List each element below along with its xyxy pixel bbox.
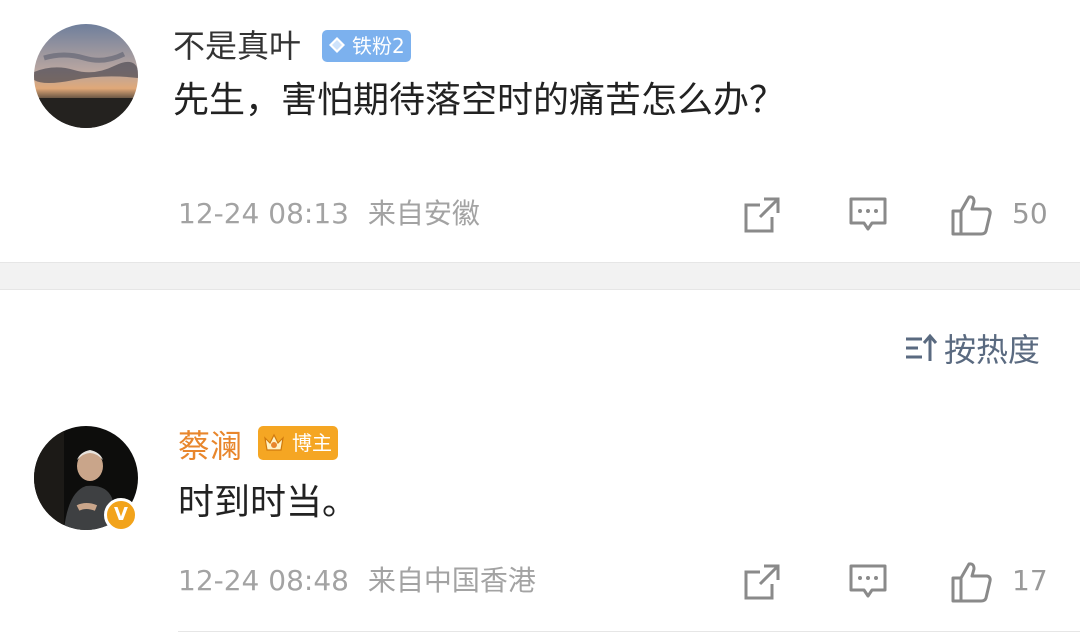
comment-meta: 12-24 08:48 来自中国香港 — [178, 564, 536, 598]
sort-label: 按热度 — [943, 331, 1040, 369]
like-count: 50 — [1012, 197, 1048, 230]
comment-location: 来自安徽 — [367, 197, 480, 230]
comment-icon[interactable] — [848, 195, 888, 235]
comment-location: 来自中国香港 — [367, 564, 536, 597]
like-icon[interactable] — [950, 560, 994, 604]
comment-item: V 蔡澜 博主 时到时当。 12-24 08:48 来自中国香港 17 — [0, 400, 1080, 636]
section-divider — [0, 262, 1080, 290]
fan-badge-label: 铁粉2 — [352, 34, 405, 58]
user-avatar[interactable] — [34, 24, 138, 128]
comment-icon[interactable] — [848, 562, 888, 602]
blogger-badge-label: 博主 — [292, 431, 332, 455]
username[interactable]: 不是真叶 — [173, 26, 301, 66]
comment-text: 先生，害怕期待落空时的痛苦怎么办？ — [173, 80, 786, 121]
share-icon[interactable] — [742, 195, 782, 235]
comment-meta: 12-24 08:13 来自安徽 — [178, 197, 480, 231]
verified-v-badge: V — [104, 498, 138, 532]
comment-separator — [178, 631, 1080, 632]
like-icon[interactable] — [950, 193, 994, 237]
sort-by-hot-button[interactable]: 按热度 — [904, 326, 1040, 370]
crown-icon — [264, 433, 284, 451]
diamond-icon — [329, 37, 345, 53]
share-icon[interactable] — [742, 562, 782, 602]
comment-time: 12-24 08:48 — [178, 564, 349, 597]
like-count: 17 — [1012, 564, 1048, 597]
comment-time: 12-24 08:13 — [178, 197, 349, 230]
comment-text: 时到时当。 — [178, 482, 359, 523]
sort-icon — [905, 333, 938, 361]
comment-item: 不是真叶 铁粉2 先生，害怕期待落空时的痛苦怎么办？ 12-24 08:13 来… — [0, 0, 1080, 262]
fan-level-badge: 铁粉2 — [322, 30, 411, 62]
username[interactable]: 蔡澜 — [178, 426, 242, 466]
blogger-badge: 博主 — [258, 426, 338, 460]
